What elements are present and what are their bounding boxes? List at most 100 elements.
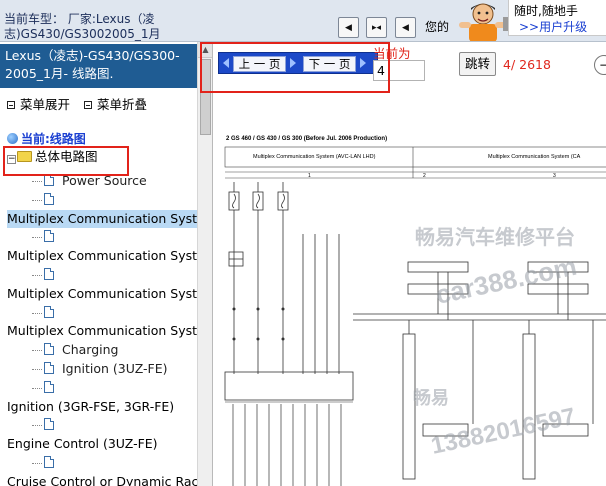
expand-icon: [7, 101, 15, 109]
document-icon: [44, 268, 54, 280]
document-title: Lexus（凌志)-GS430/GS300-2005_1月- 线路图.: [0, 44, 197, 88]
pager: 上 一 页 下 一 页: [218, 52, 378, 74]
document-icon: [44, 380, 54, 393]
column-3-label: 3: [553, 173, 556, 179]
document-icon: [44, 456, 54, 468]
sidebar-scrollbar[interactable]: ▲: [197, 42, 212, 486]
globe-icon: [7, 133, 18, 144]
arrow-left-icon: [223, 58, 229, 68]
tree-item-label: Ignition (3GR-FSE, 3GR-FE): [7, 398, 175, 414]
tree-connector: [32, 181, 42, 182]
document-icon: [44, 362, 54, 374]
document-icon: [44, 192, 54, 205]
scrollbar-thumb[interactable]: [200, 59, 211, 135]
collapse-menu-link[interactable]: 菜单折叠: [84, 94, 147, 113]
expand-menu-link[interactable]: 菜单展开: [7, 94, 70, 113]
tree-item[interactable]: Power Source: [0, 172, 197, 190]
folder-open-icon: [17, 151, 32, 162]
user-upgrade-link[interactable]: >>用户升级: [519, 18, 587, 35]
tree-item-label: Multiplex Communication Syst: [7, 210, 197, 226]
frame-split-button[interactable]: ▸◂: [366, 17, 387, 38]
car-info-line2: 志)GS430/GS3002005_1月: [4, 27, 161, 41]
sidebar: Lexus（凌志)-GS430/GS300-2005_1月- 线路图. 菜单展开…: [0, 42, 213, 486]
scroll-up-icon[interactable]: ▲: [198, 42, 212, 58]
top-bar: 当前车型： 厂家:Lexus（凌 志)GS430/GS3002005_1月 ◀ …: [0, 0, 606, 42]
watermark-title: 畅易汽车维修平台: [415, 225, 575, 249]
menu-toolbar: 菜单展开 菜单折叠: [7, 94, 157, 113]
arrow-right-icon: [360, 58, 366, 68]
tree-item-label: Multiplex Communication Syst: [7, 323, 197, 339]
current-route-link[interactable]: 当前:线路图: [7, 130, 86, 148]
arrows-both-icon: ▸◂: [371, 22, 382, 33]
tree-item[interactable]: Charging: [0, 341, 197, 359]
document-icon: [44, 230, 54, 243]
tree-item-doc[interactable]: [0, 304, 197, 322]
wiring-diagram: 2 GS 460 / GS 430 / GS 300 (Before Jul. …: [223, 134, 606, 486]
car-info-line1: 当前车型： 厂家:Lexus（凌: [4, 12, 155, 26]
upgrade-ad[interactable]: 随时,随地手 >>用户升级: [508, 0, 606, 36]
current-route-label: 当前:线路图: [21, 132, 86, 146]
tree-connector: [32, 425, 42, 427]
tree-item-doc[interactable]: [0, 454, 197, 472]
wiring-tree: 当前:线路图 − 总体电路图 Power Source Multiplex Comm…: [0, 126, 197, 486]
tree-item[interactable]: Multiplex Communication Syst: [7, 322, 197, 340]
tree-item[interactable]: Ignition (3GR-FSE, 3GR-FE): [7, 398, 197, 416]
frame-prev-button[interactable]: ◀: [338, 17, 359, 38]
diagram-viewer: 上 一 页 下 一 页 当前为 跳转 4/ 2618 − 2 GS 460 / …: [213, 42, 606, 486]
tree-connector: [32, 369, 42, 370]
tree-item-doc[interactable]: [0, 266, 197, 284]
diagram-header: 2 GS 460 / GS 430 / GS 300 (Before Jul. …: [226, 136, 387, 142]
tree-item-label: Power Source: [62, 173, 147, 188]
document-icon: [44, 174, 54, 186]
tree-connector: [32, 275, 42, 276]
viewer-toolbar: 上 一 页 下 一 页 当前为 跳转 4/ 2618 −: [213, 42, 606, 92]
prev-page-button[interactable]: 上 一 页: [233, 56, 286, 72]
collapse-node-icon[interactable]: −: [7, 155, 16, 164]
tree-connector: [32, 237, 42, 239]
arrow-left-icon: ◀: [402, 22, 409, 33]
system-title-left: Multiplex Communication System (AVC-LAN …: [253, 154, 376, 160]
next-page-button[interactable]: 下 一 页: [303, 56, 356, 72]
tree-item-doc[interactable]: [0, 191, 197, 209]
tree-root-node[interactable]: − 总体电路图: [7, 148, 98, 166]
watermark-phone: 13882016597: [429, 403, 578, 460]
jump-button[interactable]: 跳转: [459, 52, 496, 76]
document-icon: [44, 418, 54, 431]
watermark-small: 畅易: [413, 387, 449, 408]
tree-item-label: Multiplex Communication Syst: [7, 285, 197, 301]
tree-item[interactable]: Multiplex Communication Syst: [7, 285, 197, 303]
lower-wires: [232, 404, 342, 486]
tree-item-doc[interactable]: [0, 416, 197, 434]
column-1-label: 1: [308, 173, 311, 179]
column-2-label: 2: [423, 173, 426, 179]
tree-item[interactable]: Engine Control (3UZ-FE): [7, 435, 197, 453]
tree-item[interactable]: Ignition (3UZ-FE): [0, 360, 197, 378]
mascot-icon: [459, 3, 509, 41]
tree-item-doc[interactable]: [0, 228, 197, 246]
document-icon: [44, 343, 54, 356]
tree-connector: [32, 350, 42, 352]
tree-connector: [32, 312, 42, 314]
tree-connector: [32, 199, 42, 201]
tree-item[interactable]: Cruise Control or Dynamic Rac: [7, 473, 197, 486]
arrow-left-icon: ◀: [345, 22, 352, 33]
top-message: 您的: [425, 20, 450, 34]
frame-next-button[interactable]: ◀: [395, 17, 416, 38]
zoom-icon[interactable]: −: [594, 55, 606, 75]
collapse-menu-label: 菜单折叠: [97, 97, 148, 112]
page-number-input[interactable]: [373, 60, 425, 81]
arrow-right-icon: [290, 58, 296, 68]
tree-item-doc[interactable]: [0, 379, 197, 397]
wiring-diagram-drawing: 2 GS 460 / GS 430 / GS 300 (Before Jul. …: [224, 136, 606, 486]
tree-item[interactable]: Multiplex Communication Syst: [7, 209, 197, 228]
gateway-ecu-box: [224, 371, 354, 401]
root-node-label: 总体电路图: [35, 149, 98, 164]
tree-item[interactable]: Multiplex Communication Syst: [7, 247, 197, 265]
tree-item-label: Charging: [62, 342, 119, 358]
expand-menu-label: 菜单展开: [20, 97, 71, 112]
tree-item-label: Engine Control (3UZ-FE): [7, 436, 158, 452]
tree-item-label: Multiplex Communication Syst: [7, 248, 197, 264]
fuse-block: [228, 182, 340, 374]
system-title-right: Multiplex Communication System (CA: [488, 154, 581, 160]
tree-item-label: Cruise Control or Dynamic Rac: [7, 473, 197, 486]
